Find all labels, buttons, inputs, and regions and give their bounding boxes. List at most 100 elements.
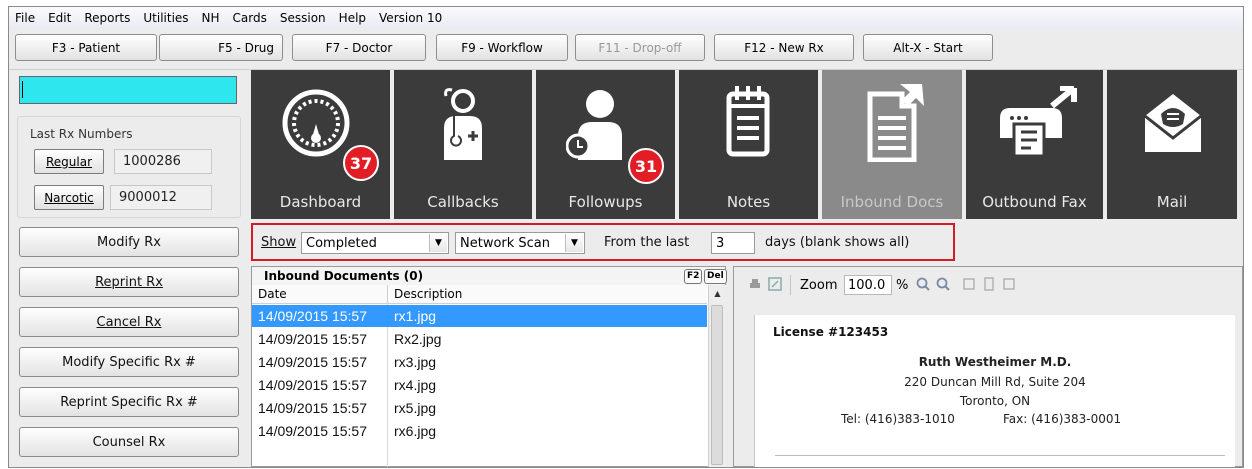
narcotic-button[interactable]: Narcotic — [34, 185, 104, 210]
mail-envelope-icon — [1144, 94, 1202, 152]
delete-key-button[interactable]: Del — [704, 269, 727, 284]
tile-inbound-docs[interactable]: Inbound Docs — [822, 70, 962, 219]
source-select[interactable]: Network Scan ▼ — [455, 232, 585, 254]
tile-followups[interactable]: 31 Followups — [536, 70, 675, 219]
menu-help[interactable]: Help — [333, 7, 373, 29]
zoom-out-icon[interactable] — [936, 277, 950, 291]
doctor-fax: Fax: (416)383-0001 — [1003, 412, 1122, 426]
row-description: rx5.jpg — [394, 400, 437, 416]
start-button[interactable]: Alt-X - Start — [863, 34, 993, 61]
quick-search-input[interactable] — [19, 76, 237, 104]
rotate-right-icon[interactable] — [1002, 277, 1016, 291]
table-row[interactable]: 14/09/2015 15:57 rx5.jpg — [252, 397, 707, 419]
scroll-up-icon[interactable]: ▲ — [709, 285, 726, 302]
table-row[interactable]: 14/09/2015 15:57 rx1.jpg — [252, 305, 707, 327]
menu-utilities[interactable]: Utilities — [137, 7, 195, 29]
chevron-down-icon[interactable]: ▼ — [565, 234, 583, 252]
menu-session[interactable]: Session — [274, 7, 333, 29]
status-select[interactable]: Completed ▼ — [301, 232, 449, 254]
new-rx-button-label: F12 - New Rx — [744, 40, 824, 55]
doctor-button-label: F7 - Doctor — [325, 40, 393, 55]
tile-callbacks[interactable]: Callbacks — [394, 70, 532, 219]
text-cursor — [22, 81, 23, 98]
row-date: 14/09/2015 15:57 — [258, 308, 367, 324]
zoom-in-icon[interactable] — [916, 277, 930, 291]
table-row[interactable]: 14/09/2015 15:57 rx6.jpg — [252, 420, 707, 442]
menu-reports[interactable]: Reports — [78, 7, 137, 29]
chevron-down-icon[interactable]: ▼ — [429, 234, 447, 252]
menu-file[interactable]: File — [9, 7, 42, 29]
row-description: rx4.jpg — [394, 377, 437, 393]
tile-mail[interactable]: Mail — [1107, 70, 1237, 219]
tile-dashboard[interactable]: 37 Dashboard — [251, 70, 390, 219]
column-separator — [387, 285, 388, 303]
reprint-specific-rx-button[interactable]: Reprint Specific Rx # — [19, 387, 239, 417]
regular-button[interactable]: Regular — [34, 149, 104, 174]
days-suffix-label: days (blank shows all) — [765, 235, 910, 250]
zoom-input[interactable]: 100.0 — [844, 275, 892, 295]
reprint-rx-label: Reprint Rx — [95, 274, 163, 290]
menu-version[interactable]: Version 10 — [373, 7, 449, 29]
drug-button[interactable]: F5 - Drug — [159, 34, 283, 61]
table-row[interactable]: 14/09/2015 15:57 rx3.jpg — [252, 351, 707, 373]
tile-outbound-fax[interactable]: Outbound Fax — [966, 70, 1103, 219]
document-viewer: Zoom 100.0 % License #123453 Ruth Westhe… — [733, 266, 1243, 467]
doctor-button[interactable]: F7 - Doctor — [292, 34, 426, 61]
scroll-thumb[interactable] — [711, 305, 723, 465]
divider — [775, 455, 1225, 456]
days-input[interactable]: 3 — [711, 232, 755, 254]
regular-rx-number: 1000286 — [114, 149, 212, 174]
page-icon[interactable] — [982, 277, 996, 291]
tile-followups-label: Followups — [568, 193, 643, 211]
reprint-rx-button[interactable]: Reprint Rx — [19, 267, 239, 297]
notepad-icon — [726, 86, 770, 157]
fax-icon — [1000, 86, 1077, 158]
column-description[interactable]: Description — [394, 287, 462, 301]
cancel-rx-label: Cancel Rx — [96, 314, 162, 330]
counsel-rx-button[interactable]: Counsel Rx — [19, 427, 239, 457]
row-date: 14/09/2015 15:57 — [258, 423, 367, 439]
workflow-button[interactable]: F9 - Workflow — [436, 34, 568, 61]
modify-rx-button[interactable]: Modify Rx — [19, 227, 239, 257]
function-key-toolbar: F3 - Patient F5 - Drug F7 - Doctor F9 - … — [9, 29, 1243, 70]
menu-nh[interactable]: NH — [196, 7, 227, 29]
last-rx-title: Last Rx Numbers — [30, 127, 133, 141]
tile-notes[interactable]: Notes — [679, 70, 818, 219]
menu-bar: File Edit Reports Utilities NH Cards Ses… — [9, 7, 1243, 30]
fit-page-icon[interactable] — [768, 277, 782, 291]
inbound-documents-header: Inbound Documents (0) F2 Del — [252, 267, 727, 285]
last-rx-numbers-group: Last Rx Numbers Regular 1000286 Narcotic… — [17, 116, 241, 218]
filter-bar: Show Completed ▼ Network Scan ▼ From the… — [245, 220, 1243, 265]
show-label: Show — [261, 235, 297, 250]
inbound-document-icon — [867, 84, 924, 162]
cancel-rx-button[interactable]: Cancel Rx — [19, 307, 239, 337]
tile-callbacks-label: Callbacks — [427, 193, 499, 211]
toolbar-divider — [790, 275, 791, 295]
column-date[interactable]: Date — [258, 287, 287, 301]
inbound-documents-panel: Inbound Documents (0) F2 Del Date Descri… — [251, 266, 727, 467]
app-window: File Edit Reports Utilities NH Cards Ses… — [8, 6, 1244, 468]
f2-key-button[interactable]: F2 — [684, 269, 703, 284]
vertical-scrollbar[interactable]: ▲ — [708, 285, 726, 467]
patient-button[interactable]: F3 - Patient — [15, 34, 157, 61]
row-description: Rx2.jpg — [394, 331, 442, 347]
tile-outbound-fax-label: Outbound Fax — [982, 193, 1087, 211]
modify-specific-rx-button[interactable]: Modify Specific Rx # — [19, 347, 239, 377]
inbound-documents-title: Inbound Documents (0) — [264, 269, 424, 283]
drug-button-label: F5 - Drug — [218, 40, 274, 55]
dropoff-button[interactable]: F11 - Drop-off — [575, 34, 705, 61]
print-icon[interactable] — [748, 277, 762, 291]
dropoff-button-label: F11 - Drop-off — [598, 40, 682, 55]
new-rx-button[interactable]: F12 - New Rx — [714, 34, 854, 61]
row-date: 14/09/2015 15:57 — [258, 354, 367, 370]
dashboard-gauge-icon — [282, 89, 350, 157]
doctor-name: Ruth Westheimer M.D. — [918, 355, 1072, 369]
rotate-left-icon[interactable] — [962, 277, 976, 291]
menu-edit[interactable]: Edit — [42, 7, 78, 29]
license-number: License #123453 — [773, 325, 889, 339]
doctor-icon — [444, 88, 482, 160]
module-tiles: 37 Dashboard Callbacks 31 Followups Note… — [245, 70, 1243, 219]
menu-cards[interactable]: Cards — [227, 7, 274, 29]
table-row[interactable]: 14/09/2015 15:57 Rx2.jpg — [252, 328, 707, 350]
table-row[interactable]: 14/09/2015 15:57 rx4.jpg — [252, 374, 707, 396]
